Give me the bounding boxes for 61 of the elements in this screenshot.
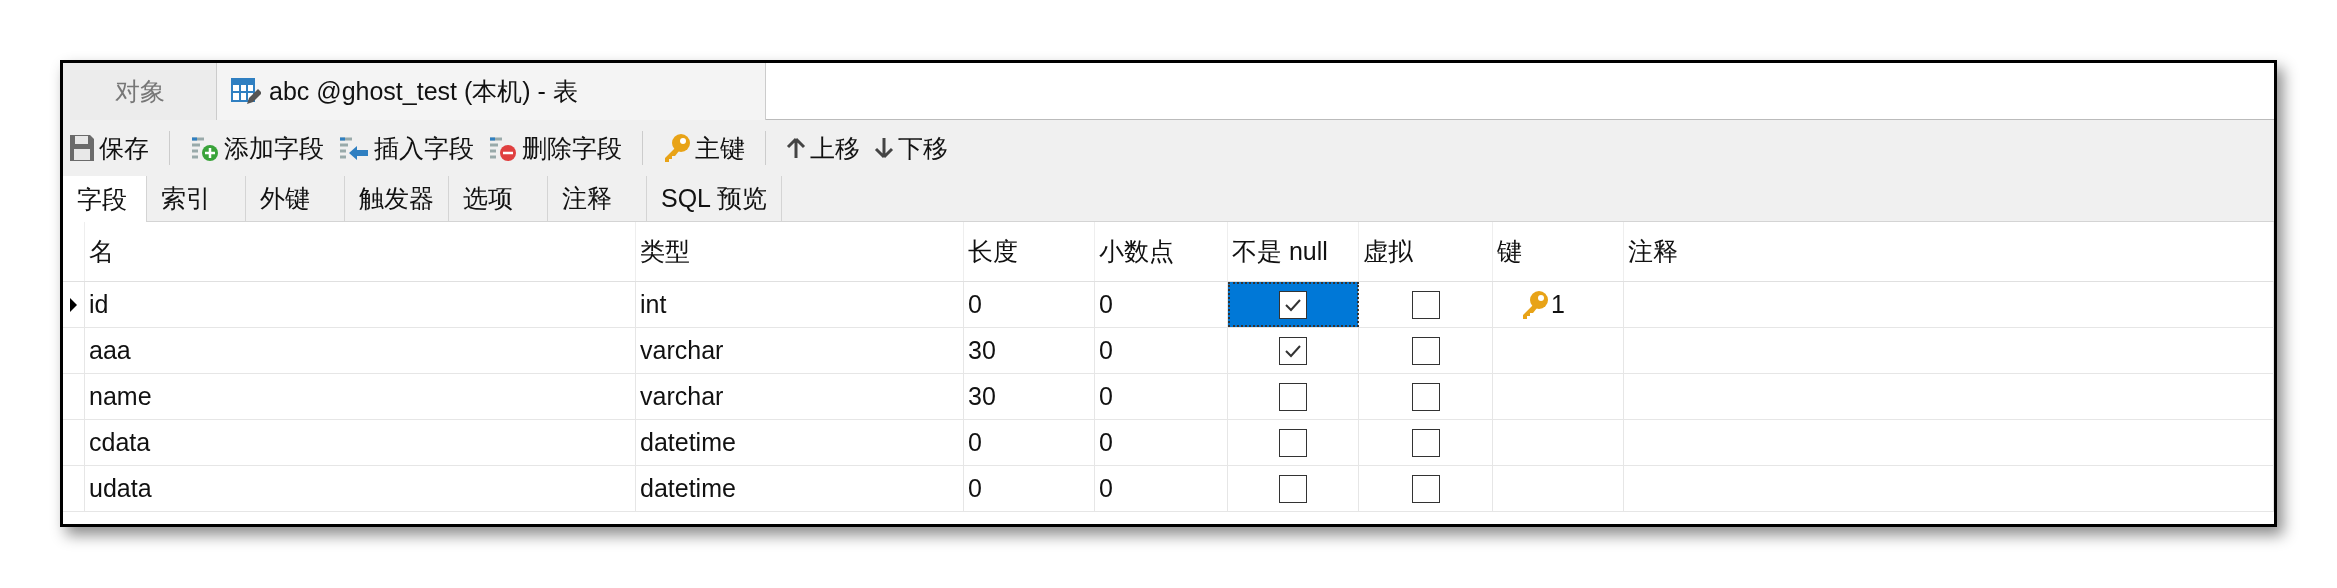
table-row[interactable]: cdata datetime 0 0 bbox=[63, 420, 2274, 466]
table-cell: varchar bbox=[636, 374, 964, 419]
column-header[interactable]: 长度 bbox=[964, 222, 1095, 281]
window-tab[interactable]: abc @ghost_test (本机) - 表 bbox=[217, 63, 766, 120]
toolbar-button[interactable]: 添加字段 bbox=[186, 127, 328, 169]
table-cell: datetime bbox=[636, 466, 964, 511]
table-cell: varchar bbox=[636, 328, 964, 373]
column-header[interactable]: 注释 bbox=[1624, 222, 2274, 281]
window-tab[interactable]: 对象 bbox=[63, 63, 217, 120]
checkbox[interactable] bbox=[1279, 290, 1307, 319]
checkbox[interactable] bbox=[1279, 428, 1307, 457]
table-cell: 0 bbox=[1095, 466, 1228, 511]
checkbox[interactable] bbox=[1411, 336, 1440, 365]
toolbar-button[interactable]: 插入字段 bbox=[334, 127, 478, 169]
table-cell[interactable] bbox=[1228, 282, 1359, 327]
table-cell: 0 bbox=[964, 466, 1095, 511]
table-row[interactable]: name varchar 30 0 bbox=[63, 374, 2274, 420]
up-arrow-icon bbox=[786, 137, 806, 159]
column-header[interactable]: 虚拟 bbox=[1359, 222, 1493, 281]
toolbar-button[interactable]: 下移 bbox=[870, 127, 952, 169]
key-number: 1 bbox=[1551, 290, 1565, 319]
down-arrow-icon bbox=[874, 137, 894, 159]
column-header[interactable]: 名 bbox=[85, 222, 636, 281]
table-cell: 0 bbox=[964, 420, 1095, 465]
table-cell: name bbox=[85, 374, 636, 419]
key-icon bbox=[1521, 289, 1549, 320]
table-cell: 0 bbox=[964, 282, 1095, 327]
toolbar-button[interactable]: 主键 bbox=[659, 127, 749, 169]
toolbar-button[interactable]: 保存 bbox=[65, 127, 153, 169]
floppy-icon bbox=[69, 134, 95, 162]
table-cell: 0 bbox=[1095, 374, 1228, 419]
checkbox[interactable] bbox=[1411, 290, 1440, 319]
checkbox[interactable] bbox=[1279, 474, 1307, 503]
row-pointer-icon bbox=[70, 297, 77, 312]
table-cell: 30 bbox=[964, 374, 1095, 419]
key-icon bbox=[663, 133, 691, 163]
table-cell: int bbox=[636, 282, 964, 327]
table-row[interactable]: aaa varchar 30 0 bbox=[63, 328, 2274, 374]
column-header[interactable]: 键 bbox=[1493, 222, 1624, 281]
table-cell: id bbox=[85, 282, 636, 327]
toolbar-button[interactable]: 上移 bbox=[782, 127, 864, 169]
toolbar-button[interactable]: 删除字段 bbox=[484, 127, 626, 169]
table-row[interactable]: udata datetime 0 0 bbox=[63, 466, 2274, 512]
column-header[interactable]: 类型 bbox=[636, 222, 964, 281]
table-cell: cdata bbox=[85, 420, 636, 465]
column-header[interactable]: 小数点 bbox=[1095, 222, 1228, 281]
table-row[interactable]: id int 0 0 1 bbox=[63, 282, 2274, 328]
table-cell: 30 bbox=[964, 328, 1095, 373]
checkbox[interactable] bbox=[1411, 382, 1440, 411]
table-cell: udata bbox=[85, 466, 636, 511]
checkbox[interactable] bbox=[1279, 382, 1307, 411]
checkbox[interactable] bbox=[1279, 336, 1307, 365]
column-header[interactable]: 不是 null bbox=[1228, 222, 1359, 281]
checkbox[interactable] bbox=[1411, 474, 1440, 503]
table-cell: datetime bbox=[636, 420, 964, 465]
table-cell: 0 bbox=[1095, 420, 1228, 465]
table-cell: 0 bbox=[1095, 328, 1228, 373]
tab[interactable]: 字段 bbox=[63, 176, 147, 222]
table-cell: aaa bbox=[85, 328, 636, 373]
checkbox[interactable] bbox=[1411, 428, 1440, 457]
table-edit-icon bbox=[231, 76, 261, 107]
